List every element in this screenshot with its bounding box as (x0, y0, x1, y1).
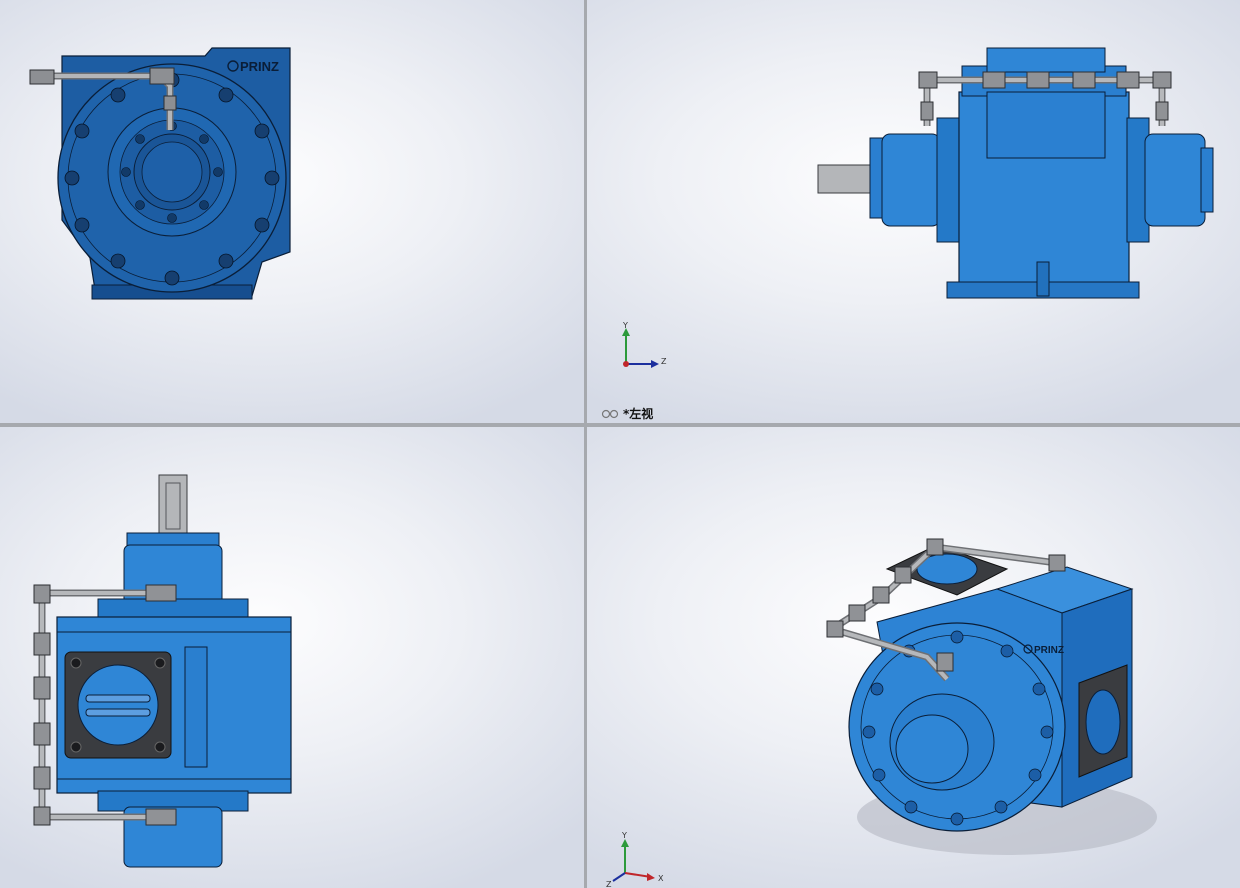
svg-text:PRINZ: PRINZ (240, 59, 279, 74)
viewport-front[interactable]: PRINZ (0, 0, 584, 423)
viewport-isometric[interactable]: PRINZ Y X Z (587, 427, 1240, 888)
view-name: *左视 (623, 407, 654, 421)
svg-text:PRINZ: PRINZ (1034, 645, 1064, 656)
viewport-left-view[interactable]: Y Z *左视 (587, 0, 1240, 423)
pump-top-view[interactable] (0, 427, 584, 888)
view-orientation-label: *左视 (601, 405, 653, 422)
orientation-triad-top-right: Y Z (622, 322, 667, 368)
pump-isometric-view[interactable]: PRINZ (587, 427, 1240, 888)
svg-text:Y: Y (622, 322, 628, 330)
svg-text:Y: Y (621, 831, 627, 840)
svg-text:Z: Z (661, 357, 667, 366)
svg-text:Z: Z (606, 880, 612, 887)
graphics-area[interactable]: PRINZ Y Z *左视 PRINZ Y X Z (0, 0, 1240, 888)
orientation-triad-bottom-right: Y X Z (606, 831, 664, 887)
viewport-top-view[interactable] (0, 427, 584, 888)
pump-front-view[interactable]: PRINZ (0, 0, 584, 423)
glasses-icon[interactable] (601, 409, 619, 419)
pump-side-view[interactable] (587, 0, 1240, 423)
svg-text:X: X (658, 874, 664, 883)
